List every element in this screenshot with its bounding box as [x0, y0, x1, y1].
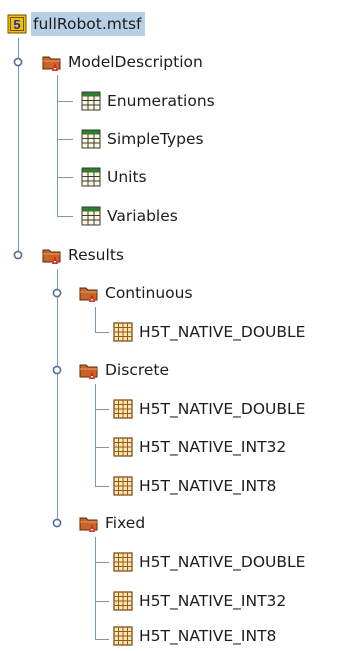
folder-group-icon — [79, 360, 99, 380]
collapse-toggle-icon[interactable] — [52, 518, 62, 528]
tree-node-subgroup[interactable]: Continuous — [79, 278, 195, 308]
tree-line — [95, 409, 109, 410]
dataset-label: Units — [107, 168, 147, 186]
tree-node-dataset[interactable]: H5T_NATIVE_DOUBLE — [113, 394, 307, 424]
dataset-label: SimpleTypes — [107, 130, 204, 148]
group-label: Results — [68, 246, 124, 264]
hdf5-file-icon: 5 — [7, 14, 27, 34]
root-file-label: fullRobot.mtsf — [31, 12, 145, 36]
folder-group-icon — [79, 513, 99, 533]
tree-node-dataset[interactable]: H5T_NATIVE_INT32 — [113, 586, 288, 616]
tree-node-dataset[interactable]: H5T_NATIVE_DOUBLE — [113, 317, 307, 347]
collapse-toggle-icon[interactable] — [52, 365, 62, 375]
dataset-grid-icon — [113, 399, 133, 419]
tree-node-dataset[interactable]: H5T_NATIVE_INT8 — [113, 471, 278, 501]
tree-line — [57, 177, 73, 178]
tree-node-dataset[interactable]: H5T_NATIVE_INT32 — [113, 432, 288, 462]
dataset-grid-icon — [113, 552, 133, 572]
tree-line — [95, 562, 109, 563]
table-dataset-icon — [81, 167, 101, 187]
dataset-label: H5T_NATIVE_INT8 — [139, 477, 277, 495]
tree-node-root[interactable]: 5 fullRobot.mtsf — [7, 9, 145, 39]
hdf-file-tree: 5 fullRobot.mtsf ModelDescription Enumer… — [0, 0, 358, 651]
collapse-toggle-icon[interactable] — [13, 250, 23, 260]
tree-line — [95, 307, 96, 332]
tree-node-dataset[interactable]: Enumerations — [81, 86, 217, 116]
tree-line — [95, 639, 109, 640]
tree-node-dataset[interactable]: Variables — [81, 201, 180, 231]
dataset-label: H5T_NATIVE_INT8 — [139, 627, 277, 645]
group-label: ModelDescription — [68, 53, 203, 71]
table-dataset-icon — [81, 91, 101, 111]
tree-line — [57, 139, 73, 140]
tree-node-dataset[interactable]: SimpleTypes — [81, 124, 206, 154]
dataset-label: H5T_NATIVE_INT32 — [139, 592, 287, 610]
dataset-grid-icon — [113, 626, 133, 646]
dataset-label: H5T_NATIVE_INT32 — [139, 438, 287, 456]
collapse-toggle-icon[interactable] — [52, 288, 62, 298]
tree-line — [57, 75, 58, 216]
tree-line — [95, 537, 96, 639]
tree-node-subgroup[interactable]: Fixed — [79, 508, 147, 538]
tree-line — [95, 447, 109, 448]
tree-line — [57, 216, 73, 217]
tree-line — [18, 38, 19, 256]
collapse-toggle-icon[interactable] — [13, 57, 23, 67]
dataset-label: Enumerations — [107, 92, 215, 110]
tree-line — [95, 601, 109, 602]
folder-group-icon — [79, 283, 99, 303]
svg-text:5: 5 — [13, 17, 20, 32]
tree-line — [95, 384, 96, 486]
tree-node-subgroup[interactable]: Discrete — [79, 355, 171, 385]
dataset-label: H5T_NATIVE_DOUBLE — [139, 323, 306, 341]
tree-node-dataset[interactable]: H5T_NATIVE_DOUBLE — [113, 547, 307, 577]
dataset-label: H5T_NATIVE_DOUBLE — [139, 400, 306, 418]
tree-node-dataset[interactable]: Units — [81, 162, 149, 192]
dataset-grid-icon — [113, 591, 133, 611]
dataset-grid-icon — [113, 322, 133, 342]
tree-line — [95, 486, 109, 487]
subgroup-label: Discrete — [105, 361, 170, 379]
dataset-label: Variables — [107, 207, 178, 225]
folder-group-icon — [42, 245, 62, 265]
dataset-grid-icon — [113, 476, 133, 496]
tree-line — [57, 269, 58, 524]
folder-group-icon — [42, 52, 62, 72]
subgroup-label: Continuous — [105, 284, 193, 302]
tree-line — [95, 332, 109, 333]
dataset-label: H5T_NATIVE_DOUBLE — [139, 553, 306, 571]
tree-line — [57, 101, 73, 102]
dataset-grid-icon — [113, 437, 133, 457]
table-dataset-icon — [81, 129, 101, 149]
tree-node-group[interactable]: Results — [42, 240, 126, 270]
tree-node-group[interactable]: ModelDescription — [42, 47, 205, 77]
table-dataset-icon — [81, 206, 101, 226]
subgroup-label: Fixed — [105, 514, 146, 532]
tree-node-dataset[interactable]: H5T_NATIVE_INT8 — [113, 621, 278, 651]
